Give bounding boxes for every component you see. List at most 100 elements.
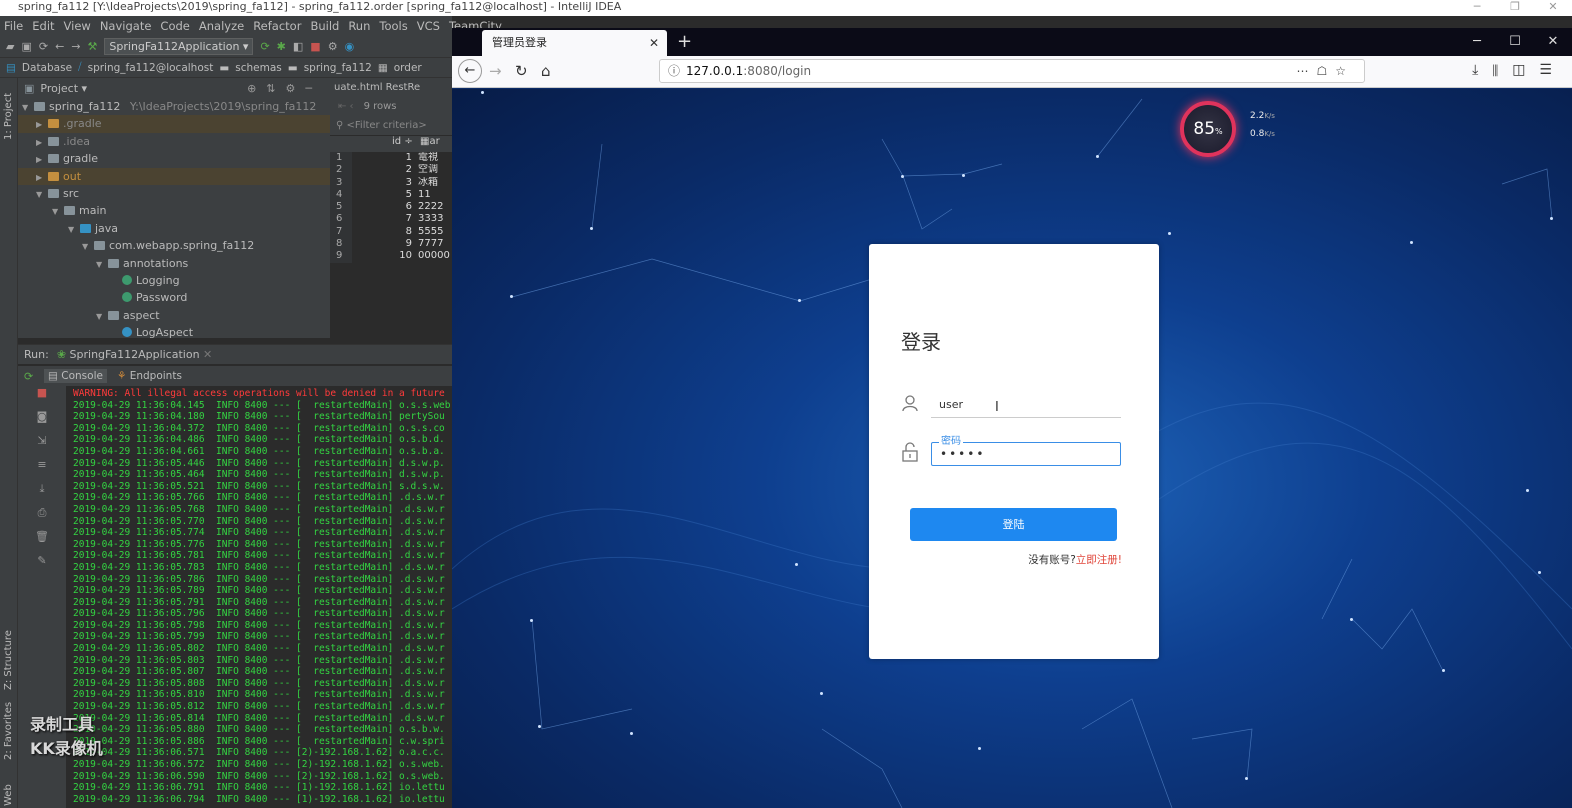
filter-input[interactable]: ⚲ <Filter criteria> (330, 116, 452, 136)
menu-refactor[interactable]: Refactor (253, 19, 301, 33)
menu-file[interactable]: File (4, 19, 23, 33)
tree-item[interactable]: ▶ .gradle (18, 115, 330, 133)
build-hammer-icon[interactable]: ⚒ (88, 40, 98, 53)
new-tab-icon[interactable]: + (677, 30, 692, 54)
editor-tabs[interactable]: uate.html RestRe (330, 78, 452, 98)
console-line: 2019-04-29 11:36:06.590 INFO 8400 --- [2… (73, 770, 445, 782)
table-row[interactable]: 9 10 00000 (330, 250, 452, 263)
debug-icon[interactable]: ✱ (277, 40, 286, 53)
open-folder-icon[interactable]: ▰ (6, 40, 14, 53)
soft-wrap-icon[interactable]: ≡ (18, 458, 66, 482)
tree-item[interactable]: ▶ .idea (18, 133, 330, 150)
url-bar[interactable]: ⓘ 127.0.0.1:8080/login ⋯☖☆ (659, 59, 1365, 83)
tree-item[interactable]: ▼ java (18, 220, 330, 237)
back-icon[interactable]: ← (55, 40, 64, 53)
page-actions-icon[interactable]: ⋯☖☆ (1296, 60, 1354, 82)
run-icon[interactable]: ⟳ (260, 40, 269, 53)
close-icon[interactable]: ✕ (1534, 0, 1572, 14)
help-icon[interactable]: ◉ (345, 40, 355, 53)
tree-item[interactable]: ▶ out (18, 167, 330, 185)
breadcrumb-datasource[interactable]: spring_fa112@localhost (88, 62, 214, 74)
browser-tools-icon[interactable]: ⤓⫴◫☰ (1472, 62, 1566, 78)
table-row[interactable]: 2 2 空调 (330, 164, 452, 177)
tree-item[interactable]: ▶ gradle (18, 150, 330, 167)
tree-item[interactable]: LogAspect (18, 324, 330, 338)
table-row[interactable]: 8 9 7777 (330, 238, 452, 251)
minimize-icon[interactable]: ─ (1458, 28, 1496, 56)
tree-item[interactable]: ▼ spring_fa112 Y:\IdeaProjects\2019\sprin… (18, 98, 330, 115)
menu-navigate[interactable]: Navigate (100, 19, 152, 33)
print-icon[interactable]: ⎙ (18, 506, 66, 530)
run-config-select[interactable]: SpringFa112Application ▾ (104, 38, 254, 55)
table-row[interactable]: 3 3 冰箱 (330, 176, 452, 189)
table-row[interactable]: 6 7 3333 (330, 213, 452, 226)
pin-icon[interactable]: ✎ (18, 554, 66, 578)
menu-vcs[interactable]: VCS (417, 19, 440, 33)
back-icon[interactable]: ← (458, 59, 482, 83)
stop-run-icon[interactable]: ■ (18, 386, 66, 410)
close-window-icon[interactable]: ✕ (1534, 28, 1572, 56)
tree-item[interactable]: ▼ src (18, 185, 330, 202)
table-row[interactable]: 7 8 5555 (330, 225, 452, 239)
stop-icon[interactable]: ■ (310, 40, 320, 53)
scroll-end-icon[interactable]: ⤓ (18, 482, 66, 506)
tab-endpoints[interactable]: ⚘ Endpoints (117, 370, 182, 382)
tree-item[interactable]: Password (18, 289, 330, 306)
forward-icon[interactable]: → (489, 62, 502, 80)
breadcrumb-database[interactable]: Database (22, 62, 72, 74)
speed-monitor-widget[interactable]: 85% 2.2K/s 0.8K/s (1180, 101, 1288, 157)
menu-run[interactable]: Run (348, 19, 370, 33)
browser-tab[interactable]: 管理员登录 ✕ (482, 30, 667, 56)
maximize-icon[interactable]: ☐ (1496, 28, 1534, 56)
info-icon[interactable]: ⓘ (668, 60, 680, 82)
trash-icon[interactable]: 🗑 (18, 530, 66, 554)
register-link[interactable]: 立即注册! (1076, 554, 1122, 566)
menu-tools[interactable]: Tools (379, 19, 407, 33)
table-row[interactable]: 1 1 電視 (330, 152, 452, 165)
panel-actions-icon[interactable]: ⊕⇅⚙─ (247, 82, 322, 95)
ide-toolbar: ▰ ▣ ⟳ ← → ⚒ SpringFa112Application ▾ ⟳ ✱… (0, 36, 452, 58)
minimize-icon[interactable]: ─ (1458, 0, 1496, 14)
rerun-icon[interactable]: ⟳ (24, 370, 33, 383)
settings-icon[interactable]: ⚙ (328, 40, 338, 53)
reload-icon[interactable]: ↻ (515, 62, 528, 80)
column-header-id[interactable]: id ÷ (352, 136, 416, 152)
sync-icon[interactable]: ⟳ (39, 40, 48, 53)
close-tab-icon[interactable]: ✕ (649, 30, 659, 56)
coverage-icon[interactable]: ◧ (293, 40, 303, 53)
tree-item[interactable]: ▼ main (18, 202, 330, 219)
menu-build[interactable]: Build (310, 19, 339, 33)
breadcrumb-schemas[interactable]: schemas (235, 62, 282, 74)
tree-item[interactable]: Logging (18, 272, 330, 289)
run-tab[interactable]: ❀ SpringFa112Application ✕ (57, 348, 212, 361)
menu-code[interactable]: Code (160, 19, 189, 33)
tree-item[interactable]: ▼ aspect (18, 307, 330, 324)
tool-window-favorites[interactable]: 2: Favorites (3, 702, 14, 760)
login-button[interactable]: 登陆 (910, 508, 1117, 541)
save-icon[interactable]: ▣ (21, 40, 31, 53)
menu-edit[interactable]: Edit (32, 19, 54, 33)
menu-view[interactable]: View (64, 19, 91, 33)
tab-console[interactable]: ▤ Console (44, 369, 107, 383)
console-output[interactable]: WARNING: All illegal access operations w… (66, 388, 452, 808)
project-view-select[interactable]: Project ▾ (40, 82, 87, 95)
breadcrumb-table[interactable]: order (394, 62, 422, 74)
tree-item[interactable]: ▼ annotations (18, 255, 330, 272)
tree-item[interactable]: ▼ com.webapp.spring_fa112 (18, 237, 330, 254)
table-row[interactable]: 4 5 11 (330, 188, 452, 202)
console-warning: WARNING: All illegal access operations w… (73, 388, 445, 399)
restore-icon[interactable]: ❐ (1496, 0, 1534, 14)
forward-icon[interactable]: → (71, 40, 80, 53)
restore-layout-icon[interactable]: ⇲ (18, 434, 66, 458)
tool-window-project[interactable]: 1: Project (3, 93, 14, 140)
breadcrumb-schema[interactable]: spring_fa112 (304, 62, 372, 74)
home-icon[interactable]: ⌂ (541, 62, 551, 80)
console-line: 2019-04-29 11:36:05.791 INFO 8400 --- [ … (73, 596, 445, 608)
camera-icon[interactable]: ◙ (18, 410, 66, 434)
menu-analyze[interactable]: Analyze (199, 19, 244, 33)
tool-window-structure[interactable]: Z: Structure (3, 630, 14, 690)
column-header-ar[interactable]: ▦ar (416, 136, 452, 152)
tool-window-web[interactable]: Web (3, 784, 14, 806)
username-input[interactable]: user (931, 394, 1121, 418)
table-row[interactable]: 5 6 2222 (330, 201, 452, 214)
